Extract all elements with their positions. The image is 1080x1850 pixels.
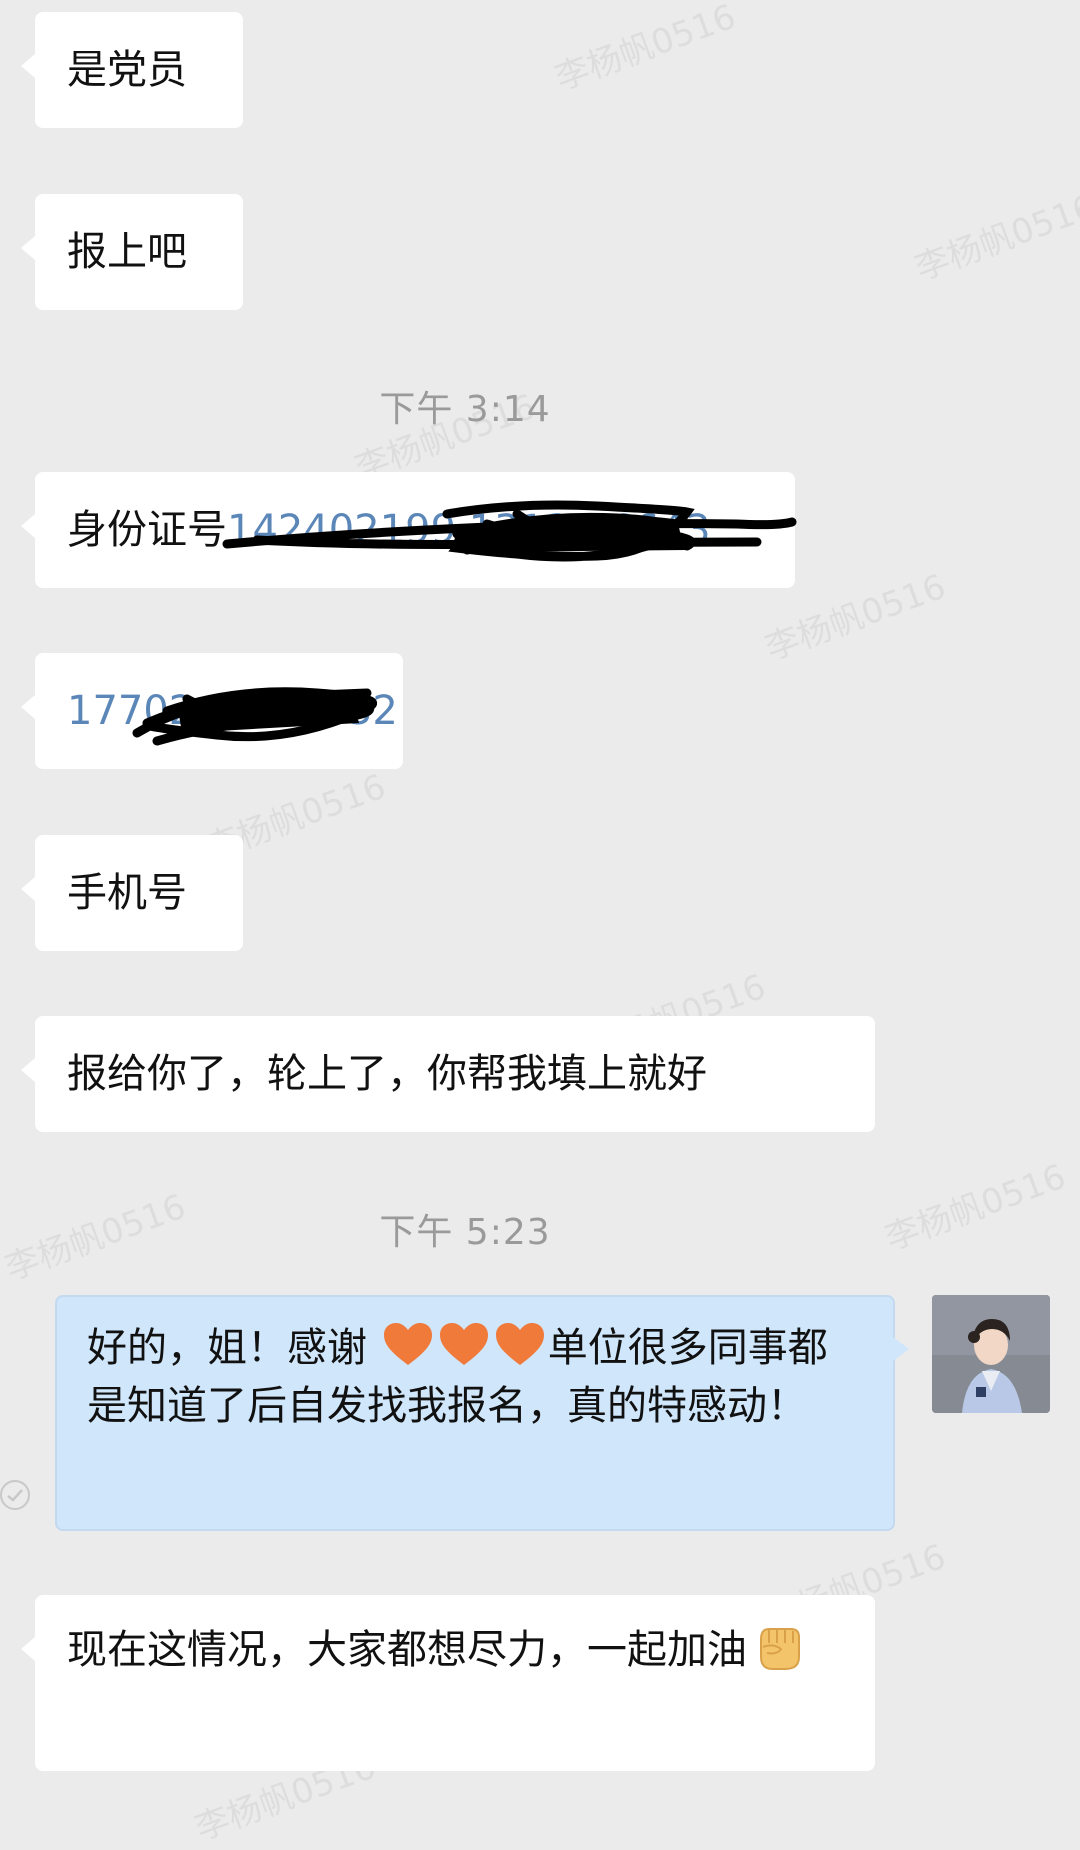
orange-heart-icon xyxy=(383,1323,432,1365)
phone-number-link[interactable]: 17702 56626 32 xyxy=(67,688,398,734)
timestamp: 下午 5:23 xyxy=(379,1212,551,1253)
message-text: 现在这情况，大家都想尽力，一起加油 xyxy=(67,1627,747,1673)
message-text: 是党员 xyxy=(67,47,187,93)
orange-heart-icon xyxy=(439,1323,488,1365)
outgoing-message-bubble[interactable]: 好的，姐！感谢 单位很多同事都是知道了后自发找我报名，真的特感动！ xyxy=(55,1295,909,1531)
watermark: 李杨帆0516 xyxy=(550,0,741,99)
message-text: 报给你了，轮上了，你帮我填上就好 xyxy=(67,1051,707,1097)
message-label: 身份证号 xyxy=(67,507,227,553)
timestamp: 下午 3:14 xyxy=(379,389,551,430)
orange-heart-icon xyxy=(495,1323,544,1365)
id-number-link[interactable]: 142402199 1313 06643 xyxy=(227,507,711,553)
message-text: 手机号 xyxy=(67,870,187,916)
message-text-block: 好的，姐！感谢 单位很多同事都是知道了后自发找我报名，真的特感动！ xyxy=(87,1319,863,1435)
chat-area: 李杨帆0516 李杨帆0516 李杨帆0516 李杨帆0516 李杨帆0516 … xyxy=(0,0,1080,1849)
avatar-image xyxy=(932,1295,1050,1413)
message-bubble[interactable]: 报给你了，轮上了，你帮我填上就好 xyxy=(21,1016,875,1132)
message-text: 报上吧 xyxy=(67,229,187,275)
message-bubble[interactable]: 现在这情况，大家都想尽力，一起加油 xyxy=(21,1595,875,1771)
message-bubble[interactable]: 报上吧 xyxy=(21,194,243,310)
message-bubble[interactable]: 手机号 xyxy=(21,835,243,951)
raised-fist-icon xyxy=(760,1628,800,1670)
message-bubble[interactable]: 17702 56626 32 xyxy=(21,653,403,769)
watermark: 李杨帆0516 xyxy=(910,186,1080,289)
message-bubble[interactable]: 身份证号 142402199 1313 06643 xyxy=(21,472,797,588)
redacted-phone-number[interactable]: 17702 56626 32 xyxy=(67,681,398,746)
read-check-icon xyxy=(0,1480,30,1510)
redacted-id-number[interactable]: 142402199 1313 06643 xyxy=(222,500,797,562)
message-text: 好的，姐！感谢 xyxy=(87,1325,367,1371)
message-bubble[interactable]: 是党员 xyxy=(21,12,243,128)
message-text-block: 现在这情况，大家都想尽力，一起加油 xyxy=(67,1617,843,1680)
avatar[interactable] xyxy=(932,1295,1050,1413)
